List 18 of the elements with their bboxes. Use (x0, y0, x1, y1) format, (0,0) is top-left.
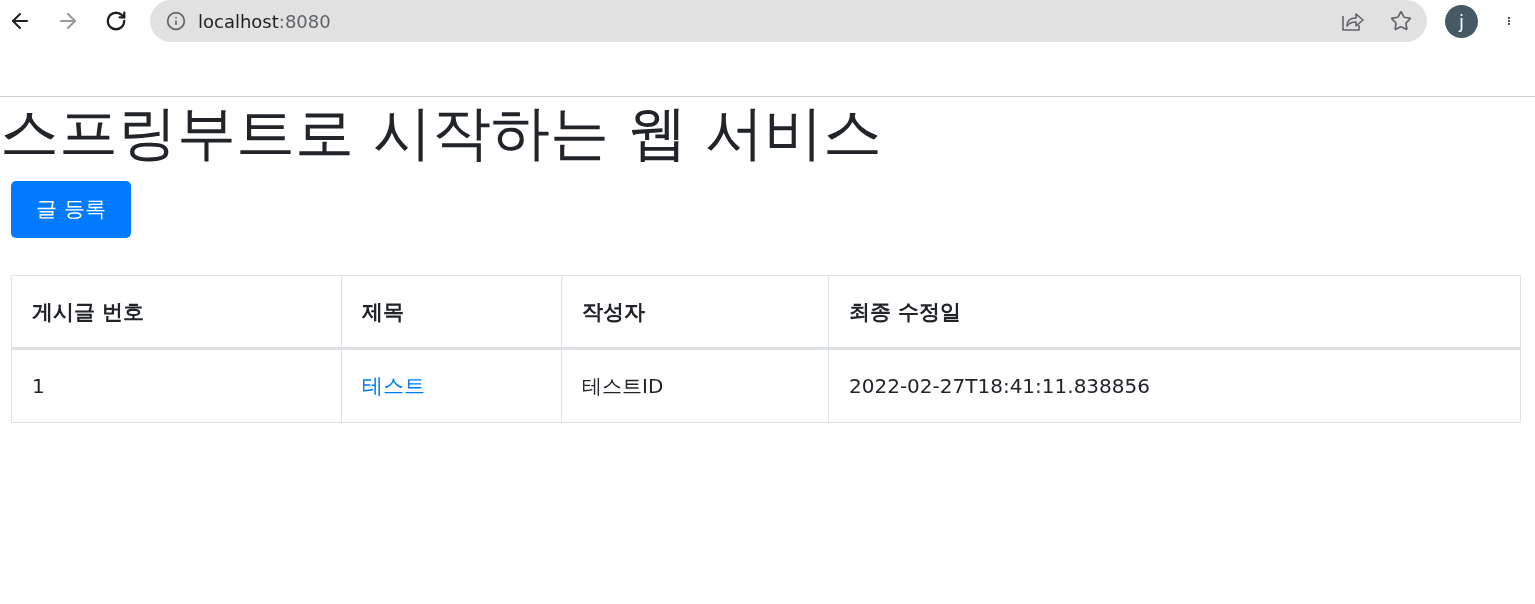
url-text: localhost:8080 (198, 10, 332, 32)
bookmark-button[interactable] (1389, 9, 1413, 33)
page-title: 스프링부트로 시작하는 웹 서비스 (0, 99, 884, 167)
table-cell: 테스트ID (561, 348, 829, 423)
profile-avatar[interactable]: j (1445, 4, 1478, 38)
post-title-link[interactable]: 테스트 (362, 374, 425, 398)
reload-icon (105, 10, 127, 32)
column-header: 최종 수정일 (828, 275, 1521, 349)
info-icon (166, 11, 186, 31)
column-header: 제목 (341, 275, 562, 349)
address-bar[interactable]: localhost:8080 (150, 0, 1427, 42)
star-icon (1390, 10, 1412, 32)
new-post-button[interactable]: 글 등록 (11, 181, 131, 238)
share-icon (1342, 11, 1364, 31)
column-header: 게시글 번호 (11, 275, 342, 349)
column-header: 작성자 (561, 275, 829, 349)
table-cell: 1 (11, 348, 342, 423)
table-cell: 2022-02-27T18:41:11.838856 (828, 348, 1521, 423)
